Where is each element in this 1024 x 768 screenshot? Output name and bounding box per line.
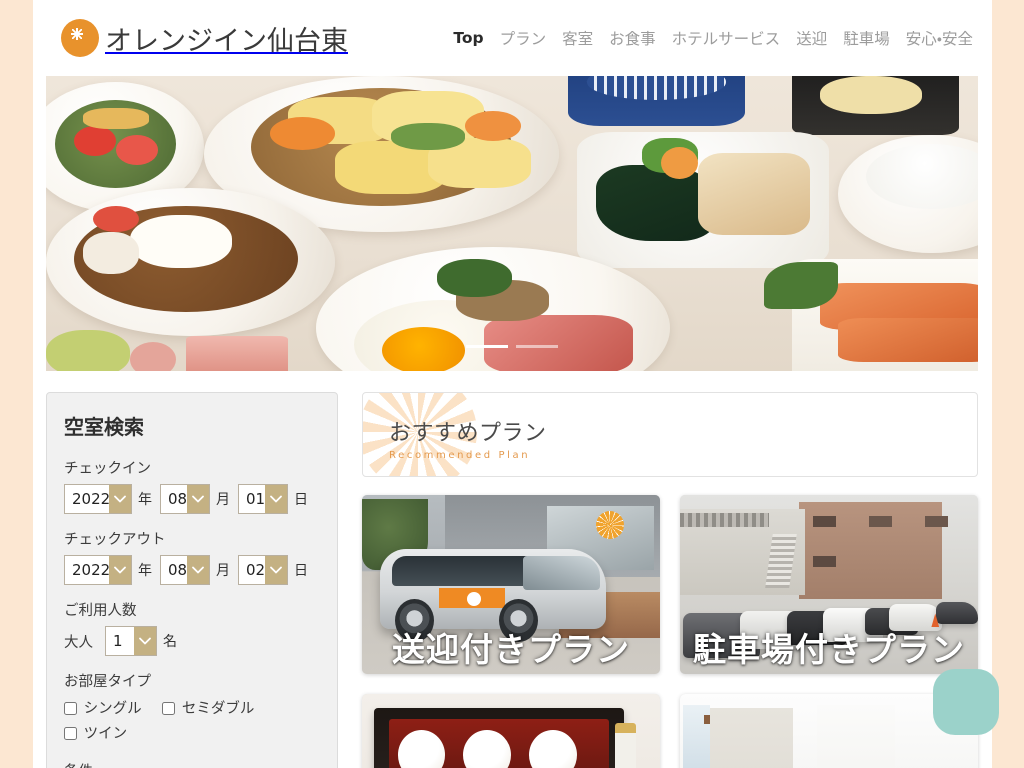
plans-heading-ja: おすすめプラン [389,421,547,446]
checkin-year-select[interactable]: 2022 [64,484,132,514]
room-type-options: シングル セミダブル ツイン [64,697,320,747]
main-content: 空室検索 チェックイン 2022 年 08 月 01 日 チェックアウト 202… [33,371,992,768]
checkin-date-row: 2022 年 08 月 01 日 [64,484,320,514]
checkin-month-unit: 月 [216,492,230,508]
guests-label: ご利用人数 [64,603,137,619]
checkout-month-unit: 月 [216,563,230,579]
vacancy-search-panel: 空室検索 チェックイン 2022 年 08 月 01 日 チェックアウト 202… [46,392,338,768]
orange-circle-star-icon [61,19,99,57]
adult-count-value: 1 [113,632,123,650]
site-name: オレンジイン仙台東 [105,25,348,57]
shuttle-van-photo [362,495,660,674]
room-type-checkbox-semidouble[interactable] [162,702,176,715]
room-type-option-single[interactable]: シングル [64,701,146,717]
plan-card-grid: 送迎付きプラン 駐車場付きプラン [362,495,978,768]
checkout-day-value: 02 [246,561,266,579]
chevron-down-icon [187,485,209,513]
nav-item-dining[interactable]: お食事 [609,27,656,49]
chat-bubble-icon[interactable] [933,669,999,735]
room-type-single-label: シングル [83,701,142,717]
room-type-option-semidouble[interactable]: セミダブル [162,701,254,717]
nav-item-shuttle[interactable]: 送迎 [796,27,827,49]
nav-item-services[interactable]: ホテルサービス [672,27,781,49]
hero-carousel[interactable] [46,76,978,371]
checkin-year-value: 2022 [72,490,111,508]
checkin-month-value: 08 [168,490,188,508]
chevron-down-icon [134,627,156,655]
room-type-semidouble-label: セミダブル [181,701,255,717]
room-type-option-twin[interactable]: ツイン [64,726,127,742]
room-type-twin-label: ツイン [83,726,128,742]
carousel-indicators [46,345,978,348]
chevron-down-icon [109,485,131,513]
conditions-label: 条件 [64,760,320,768]
plans-heading-en: Recommended Plan [389,450,531,461]
checkout-year-value: 2022 [72,561,111,579]
parking-lot-photo [680,495,978,674]
chevron-down-icon [265,556,287,584]
site-header: オレンジイン仙台東 Top プラン 客室 お食事 ホテルサービス 送迎 駐車場 … [33,0,992,76]
checkout-label: チェックアウト [64,532,166,548]
checkin-day-unit: 日 [294,492,308,508]
checkin-month-select[interactable]: 08 [160,484,210,514]
checkout-date-row: 2022 年 08 月 02 日 [64,555,320,585]
guests-row: 大人 1 名 [64,626,320,656]
checkin-day-value: 01 [246,490,266,508]
nav-item-rooms[interactable]: 客室 [562,27,593,49]
chevron-down-icon [265,485,287,513]
room-type-label: お部屋タイプ [64,674,151,690]
carousel-dot-2[interactable] [516,345,558,348]
checkout-day-select[interactable]: 02 [238,555,288,585]
adult-count-select[interactable]: 1 [105,626,157,656]
checkout-day-unit: 日 [294,563,308,579]
plan-card-breakfast[interactable] [362,694,660,768]
adult-count-unit: 名 [163,634,177,650]
chevron-down-icon [109,556,131,584]
chevron-down-icon [187,556,209,584]
plan-card-parking[interactable]: 駐車場付きプラン [680,495,978,674]
plan-card-shuttle[interactable]: 送迎付きプラン [362,495,660,674]
checkin-year-unit: 年 [138,492,152,508]
recommended-plans-column: おすすめプラン Recommended Plan 送迎付きプラン 駐車場付きプラ… [362,392,978,768]
checkout-month-value: 08 [168,561,188,579]
checkout-month-select[interactable]: 08 [160,555,210,585]
adult-label: 大人 [64,634,93,651]
nav-item-top[interactable]: Top [453,29,483,47]
search-panel-title: 空室検索 [64,415,144,439]
nav-item-plan[interactable]: プラン [500,27,547,49]
hero-image [46,76,978,371]
checkout-year-unit: 年 [138,563,152,579]
nav-item-parking[interactable]: 駐車場 [843,27,890,49]
room-type-checkbox-single[interactable] [64,702,77,715]
checkin-label: チェックイン [64,461,151,477]
main-nav: Top プラン 客室 お食事 ホテルサービス 送迎 駐車場 安心・安全 [453,27,979,49]
recommended-plans-heading: おすすめプラン Recommended Plan [362,392,978,477]
page-frame: オレンジイン仙台東 Top プラン 客室 お食事 ホテルサービス 送迎 駐車場 … [33,0,992,768]
checkout-year-select[interactable]: 2022 [64,555,132,585]
room-type-checkbox-twin[interactable] [64,727,77,740]
checkin-day-select[interactable]: 01 [238,484,288,514]
site-logo-link[interactable]: オレンジイン仙台東 [61,19,348,58]
nav-item-safety[interactable]: 安心・安全 [906,27,973,49]
carousel-dot-1[interactable] [466,345,508,348]
japanese-breakfast-tray-photo [362,694,660,768]
